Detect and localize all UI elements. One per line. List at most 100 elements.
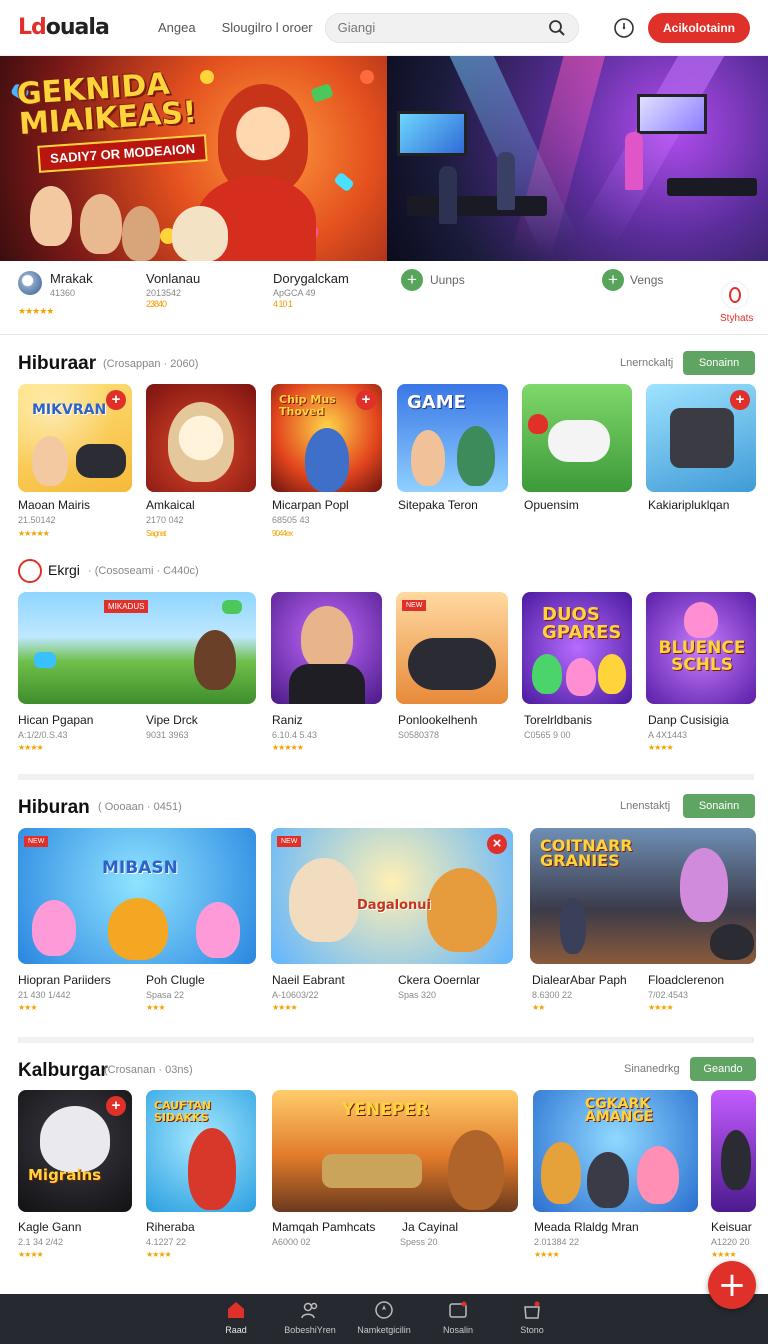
section-title: Hiburan <box>18 797 90 818</box>
game-tile[interactable]: NEW MIBASN <box>18 828 256 964</box>
tile-art-text: GAME <box>407 392 466 413</box>
tile-title[interactable]: Ponlookelhenh <box>398 713 477 727</box>
nav-item-market[interactable]: Namketgicilin <box>347 1294 421 1344</box>
confetti-shape <box>310 83 334 103</box>
nav-link-slougilro[interactable]: Slougilro l oroer <box>222 20 313 35</box>
hero-slide-game-lounge[interactable] <box>387 56 768 261</box>
tile-token <box>222 600 242 614</box>
tile-character-bear <box>40 1106 110 1172</box>
tile-meta: 2170 042 <box>146 515 184 525</box>
game-tile[interactable]: CAUFTAN SIDAKKS <box>146 1090 256 1212</box>
search-icon[interactable] <box>548 19 566 37</box>
clock-icon[interactable] <box>613 17 635 39</box>
tile-character <box>560 898 586 954</box>
tile-title[interactable]: Kagle Gann <box>18 1220 81 1234</box>
section-link[interactable]: Lnenstaktj <box>620 800 670 812</box>
section-link[interactable]: Lnernckaltj <box>620 357 673 369</box>
game-tile[interactable]: MIKVRAN + <box>18 384 132 492</box>
game-tile[interactable] <box>271 592 382 704</box>
nav-item-notifications[interactable]: Nosalin <box>421 1294 495 1344</box>
game-tile[interactable]: MIKADUS <box>18 592 256 704</box>
status-ring-icon[interactable] <box>722 282 748 308</box>
rating-stars: ★★★★ <box>18 1250 44 1259</box>
tile-title[interactable]: Sitepaka Teron <box>398 498 478 512</box>
add-icon[interactable]: + <box>106 1096 126 1116</box>
tile-title[interactable]: Kakiaripluklqan <box>648 498 729 512</box>
tile-art-text: YENEPER <box>342 1100 429 1120</box>
section-link[interactable]: Sinanedrkg <box>624 1063 680 1075</box>
tile-title[interactable]: DialearAbar Paph <box>532 973 627 987</box>
game-tile[interactable]: DUOS GPARES <box>522 592 632 704</box>
section-see-all-button[interactable]: Sonainn <box>683 351 755 375</box>
hero-slide-kids-game[interactable]: GEKNIDA MIAIKEAS! SADIY7 OR MODEAION <box>0 56 387 261</box>
tile-meta: 21 430 1/442 <box>18 990 71 1000</box>
tile-title[interactable]: Hican Pgapan <box>18 713 93 727</box>
tile-character-bear <box>448 1130 504 1210</box>
add-icon[interactable]: + <box>356 390 376 410</box>
tile-title[interactable]: Danp Cusisigia <box>648 713 729 727</box>
game-tile[interactable]: Migrains + <box>18 1090 132 1212</box>
game-tile[interactable]: YENEPER <box>272 1090 518 1212</box>
tile-title[interactable]: Poh Clugle <box>146 973 205 987</box>
tile-meta: A-10603/22 <box>272 990 319 1000</box>
game-tile[interactable]: BLUENCE SCHLS <box>646 592 756 704</box>
game-tile[interactable] <box>711 1090 756 1212</box>
nav-item-home[interactable]: Raad <box>199 1294 273 1344</box>
add-fab-button[interactable]: + <box>708 1261 756 1309</box>
featured-name: Dorygalckam <box>273 271 349 286</box>
logo-prefix: Ld <box>18 15 47 40</box>
featured-item[interactable]: Mrakak 41360 <box>50 271 93 298</box>
game-tile[interactable]: GAME <box>397 384 508 492</box>
tile-title[interactable]: Micarpan Popl <box>272 498 349 512</box>
featured-item[interactable]: Vonlanau 2013542 23840 <box>146 271 200 309</box>
tile-title[interactable]: Mamqah Pamhcats <box>272 1220 375 1234</box>
tile-title[interactable]: Hiopran Pariiders <box>18 973 111 987</box>
tile-title[interactable]: Meada Rlaldg Mran <box>534 1220 639 1234</box>
featured-add-label[interactable]: Vengs <box>630 273 663 287</box>
game-tile[interactable]: Chip Mus Thoved + <box>271 384 382 492</box>
tile-title[interactable]: Riheraba <box>146 1220 195 1234</box>
game-tile[interactable]: NEW Dagalonui × <box>271 828 513 964</box>
cta-button[interactable]: Acikolotainn <box>648 12 750 43</box>
game-tile[interactable] <box>146 384 256 492</box>
add-icon[interactable]: + <box>730 390 750 410</box>
nav-item-store[interactable]: Stono <box>495 1294 569 1344</box>
tile-meta: 4.1227 22 <box>146 1237 187 1247</box>
tile-art-text: MIBASN <box>102 858 178 878</box>
people-icon <box>301 1302 318 1319</box>
tile-title[interactable]: Vipe Drck <box>146 713 198 727</box>
app-logo[interactable]: Ldouala <box>18 15 158 40</box>
tile-title[interactable]: Ckera Ooernlar <box>398 973 480 987</box>
avatar[interactable] <box>18 271 42 295</box>
game-tile[interactable]: + <box>646 384 756 492</box>
nav-item-people[interactable]: BobeshiYren <box>273 1294 347 1344</box>
tile-title[interactable]: Torelrldbanis <box>524 713 592 727</box>
section-see-all-button[interactable]: Sonainn <box>683 794 755 818</box>
section-see-all-button[interactable]: Geando <box>690 1057 756 1081</box>
close-badge-icon[interactable]: × <box>487 834 507 854</box>
game-tile[interactable] <box>522 384 632 492</box>
tile-title[interactable]: Opuensim <box>524 498 579 512</box>
tile-title[interactable]: Keisuar <box>711 1220 768 1234</box>
add-icon[interactable]: + <box>602 269 624 291</box>
search-bar[interactable] <box>324 12 579 43</box>
tile-character <box>32 436 68 486</box>
search-input[interactable] <box>337 20 548 35</box>
tile-character <box>598 654 626 694</box>
game-tile[interactable]: NEW <box>396 592 508 704</box>
game-tile[interactable]: COITNARR GRANIES <box>530 828 756 964</box>
add-icon[interactable]: + <box>401 269 423 291</box>
game-tile[interactable]: CGKARK AMANGE <box>533 1090 698 1212</box>
wall-screen <box>637 94 707 134</box>
nav-link-angea[interactable]: Angea <box>158 20 196 35</box>
tile-title[interactable]: Amkaical <box>146 498 195 512</box>
tile-title[interactable]: Raniz <box>272 713 303 727</box>
tile-title[interactable]: Naeil Eabrant <box>272 973 345 987</box>
tile-title[interactable]: Ja Cayinal <box>402 1220 458 1234</box>
featured-item[interactable]: Dorygalckam ApGCA 49 4 10 1 <box>273 271 349 309</box>
add-icon[interactable]: + <box>106 390 126 410</box>
tile-art-text: CAUFTAN SIDAKKS <box>154 1099 212 1124</box>
tile-title[interactable]: Maoan Mairis <box>18 498 90 512</box>
featured-add-label[interactable]: Uunps <box>430 273 465 287</box>
tile-title[interactable]: Floadclerenon <box>648 973 724 987</box>
